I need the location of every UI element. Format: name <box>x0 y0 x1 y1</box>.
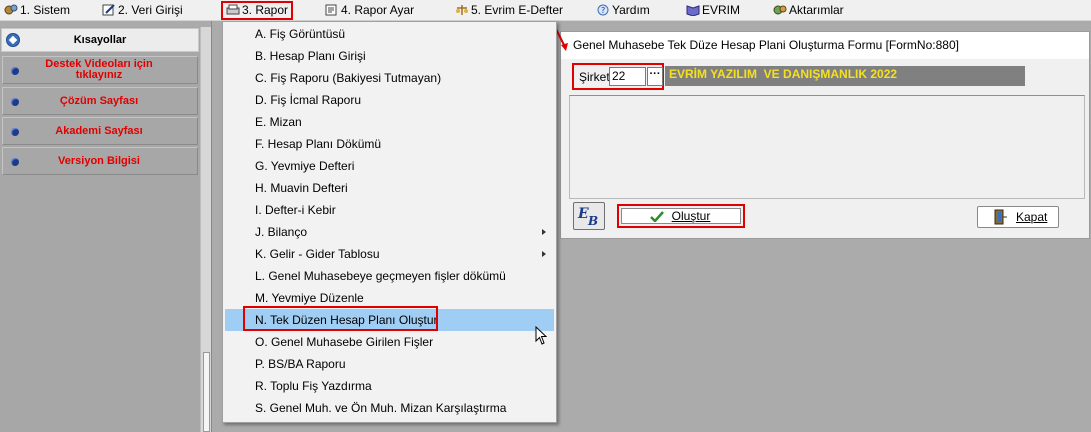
bullet-icon <box>11 128 19 136</box>
book-icon <box>686 5 700 16</box>
menu-rapor[interactable]: 3. Rapor <box>221 1 294 20</box>
eb-logo-icon: E B <box>577 206 598 228</box>
kapat-button[interactable]: Kapat <box>977 206 1059 228</box>
help-icon: ? <box>597 4 609 16</box>
svg-text:B: B <box>587 214 598 228</box>
menu-item-hesap-plani-girisi[interactable]: B. Hesap Planı Girişi <box>225 45 554 67</box>
menu-item-fis-raporu[interactable]: C. Fiş Raporu (Bakiyesi Tutmayan) <box>225 67 554 89</box>
mouse-cursor-icon <box>535 326 548 345</box>
report-settings-icon <box>325 4 337 16</box>
sidebar-item-akademi-sayfasi[interactable]: Akademi Sayfası <box>2 117 198 145</box>
menu-item-toplu-fis-yazdirma[interactable]: R. Toplu Fiş Yazdırma <box>225 375 554 397</box>
svg-text:?: ? <box>601 6 605 15</box>
transfer-icon <box>773 5 787 15</box>
check-icon <box>650 211 664 222</box>
sidebar-splitter[interactable] <box>200 27 211 432</box>
menu-item-bsba-raporu[interactable]: P. BS/BA Raporu <box>225 353 554 375</box>
scrollbar-thumb[interactable] <box>203 352 210 432</box>
printer-icon <box>226 4 240 15</box>
menu-sistem[interactable]: 1. Sistem <box>2 2 72 19</box>
menu-item-muavin-defteri[interactable]: H. Muavin Defteri <box>225 177 554 199</box>
company-name: EVRİM YAZILIM VE DANIŞMANLIK 2022 <box>665 66 1025 86</box>
rapor-dropdown-menu: A. Fiş Görüntüsü B. Hesap Planı Girişi C… <box>222 21 557 423</box>
hesap-plani-form: Genel Muhasebe Tek Düze Hesap Plani Oluş… <box>560 31 1090 239</box>
menu-item-hesap-plani-dokumu[interactable]: F. Hesap Planı Dökümü <box>225 133 554 155</box>
menu-item-bilanco[interactable]: J. Bilanço <box>225 221 554 243</box>
sirket-group: Şirket 22 ··· <box>572 63 664 90</box>
form-title: Genel Muhasebe Tek Düze Hesap Plani Oluş… <box>561 32 1089 59</box>
sidebar-item-cozum-sayfasi[interactable]: Çözüm Sayfası <box>2 87 198 115</box>
sidebar-header: Kısayollar <box>1 28 199 52</box>
menu-item-gelir-gider[interactable]: K. Gelir - Gider Tablosu <box>225 243 554 265</box>
form-content-panel <box>569 95 1085 199</box>
menu-item-fis-goruntusu[interactable]: A. Fiş Görüntüsü <box>225 23 554 45</box>
menu-evrim-edefter[interactable]: 5. Evrim E-Defter <box>453 2 565 19</box>
menu-evrim[interactable]: EVRIM <box>684 2 742 19</box>
sirket-label: Şirket <box>579 70 610 84</box>
olustur-highlight: Oluştur <box>617 204 745 228</box>
main-menubar: 1. Sistem 2. Veri Girişi 3. Rapor 4. Rap… <box>0 0 1091 21</box>
menu-item-fis-icmal-raporu[interactable]: D. Fiş İcmal Raporu <box>225 89 554 111</box>
menu-item-gecmeyen-fisler[interactable]: L. Genel Muhasebeye geçmeyen fişler dökü… <box>225 265 554 287</box>
bullet-icon <box>11 67 19 75</box>
scale-icon <box>456 5 468 15</box>
gear-icon <box>4 4 18 15</box>
sidebar-item-versiyon-bilgisi[interactable]: Versiyon Bilgisi <box>2 147 198 175</box>
menu-aktarimlar[interactable]: Aktarımlar <box>771 2 846 19</box>
eb-logo-button[interactable]: E B <box>573 202 605 230</box>
menu-item-girilen-fisler[interactable]: O. Genel Muhasebe Girilen Fişler <box>225 331 554 353</box>
sirket-browse-button[interactable]: ··· <box>647 67 663 86</box>
menu-veri-girisi[interactable]: 2. Veri Girişi <box>100 2 185 19</box>
collapse-icon[interactable] <box>6 33 20 47</box>
bullet-icon <box>11 158 19 166</box>
pencil-icon <box>102 4 115 16</box>
menu-item-mizan-karsilastirma[interactable]: S. Genel Muh. ve Ön Muh. Mizan Karşılaşt… <box>225 397 554 419</box>
sirket-input[interactable]: 22 <box>609 67 646 86</box>
olustur-button[interactable]: Oluştur <box>621 208 741 224</box>
menu-item-defteri-kebir[interactable]: I. Defter-i Kebir <box>225 199 554 221</box>
submenu-arrow-icon <box>542 229 546 235</box>
exit-door-icon <box>994 209 1007 225</box>
menu-item-mizan[interactable]: E. Mizan <box>225 111 554 133</box>
menu-item-yevmiye-defteri[interactable]: G. Yevmiye Defteri <box>225 155 554 177</box>
bullet-icon <box>11 98 19 106</box>
shortcuts-sidebar: Kısayollar Destek Videoları için tıklayı… <box>0 27 200 432</box>
menu-item-tek-duzen-hesap-plani[interactable]: N. Tek Düzen Hesap Planı Oluştur <box>225 309 554 331</box>
menu-rapor-ayar[interactable]: 4. Rapor Ayar <box>323 2 416 19</box>
menu-item-yevmiye-duzenle[interactable]: M. Yevmiye Düzenle <box>225 287 554 309</box>
submenu-arrow-icon <box>542 251 546 257</box>
sidebar-item-destek-videolari[interactable]: Destek Videoları için tıklayınız <box>2 56 198 84</box>
menu-yardim[interactable]: ? Yardım <box>594 2 652 19</box>
